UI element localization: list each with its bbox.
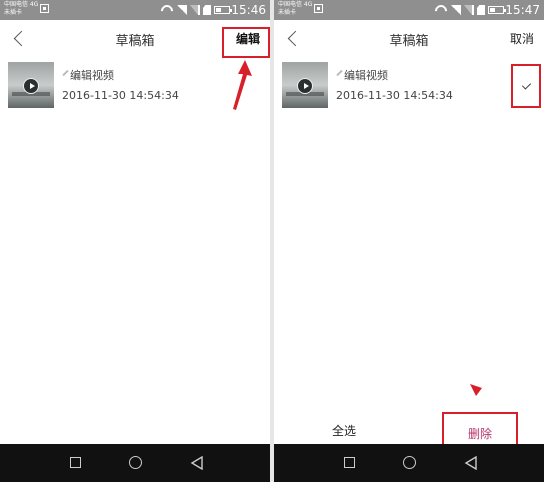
wifi-icon bbox=[160, 5, 174, 15]
home-icon[interactable] bbox=[403, 456, 416, 469]
cancel-button[interactable]: 取消 bbox=[510, 30, 534, 47]
draft-timestamp: 2016-11-30 14:54:34 bbox=[336, 89, 453, 102]
battery-icon bbox=[214, 6, 232, 14]
play-icon bbox=[23, 78, 39, 94]
sdcard-icon bbox=[203, 5, 211, 15]
status-icons bbox=[434, 4, 506, 16]
signal-icon bbox=[177, 5, 187, 15]
recent-apps-icon[interactable] bbox=[344, 457, 355, 468]
nav-back-icon[interactable] bbox=[190, 456, 204, 470]
status-clock: 15:47 bbox=[505, 3, 540, 17]
signal-icon bbox=[451, 5, 461, 15]
select-all-button[interactable]: 全选 bbox=[332, 422, 356, 439]
status-clock: 15:46 bbox=[231, 3, 266, 17]
checkmark-icon bbox=[521, 80, 532, 90]
carrier-name: 中国电信 4G bbox=[278, 1, 313, 8]
draft-title: 编辑视频 bbox=[70, 69, 114, 82]
status-bar: 中国电信 4G 未插卡 15:46 bbox=[0, 0, 270, 20]
draft-list-item[interactable]: 编辑视频 2016-11-30 14:54:34 bbox=[274, 62, 544, 112]
sim-status: 未插卡 bbox=[4, 9, 23, 16]
screen-drafts-editing: 中国电信 4G 未插卡 15:47 草稿箱 取消 编辑视频 2016-11-30… bbox=[274, 0, 544, 482]
video-thumbnail bbox=[8, 62, 54, 108]
video-thumbnail bbox=[282, 62, 328, 108]
battery-icon bbox=[488, 6, 506, 14]
header-bar: 草稿箱 取消 bbox=[274, 20, 544, 58]
signal-secondary-icon bbox=[190, 5, 200, 15]
status-bar: 中国电信 4G 未插卡 15:47 bbox=[274, 0, 544, 20]
pencil-icon bbox=[336, 69, 343, 77]
pencil-icon bbox=[62, 69, 69, 77]
edit-action-bar: 全选 删除 bbox=[274, 410, 544, 454]
draft-timestamp: 2016-11-30 14:54:34 bbox=[62, 89, 179, 102]
recent-apps-icon[interactable] bbox=[70, 457, 81, 468]
annotation-arrow-icon bbox=[233, 60, 252, 110]
image-icon bbox=[314, 4, 323, 13]
sim-status: 未插卡 bbox=[278, 9, 297, 16]
draft-select-checkbox[interactable] bbox=[511, 64, 541, 108]
delete-label: 删除 bbox=[467, 427, 492, 441]
carrier-name: 中国电信 4G bbox=[4, 1, 39, 8]
sdcard-icon bbox=[477, 5, 485, 15]
carrier-info: 中国电信 4G 未插卡 bbox=[4, 1, 38, 17]
status-icons bbox=[160, 4, 232, 16]
signal-secondary-icon bbox=[464, 5, 474, 15]
play-icon bbox=[297, 78, 313, 94]
wifi-icon bbox=[434, 5, 448, 15]
system-nav-bar bbox=[274, 444, 544, 482]
carrier-info: 中国电信 4G 未插卡 bbox=[278, 1, 312, 17]
nav-back-icon[interactable] bbox=[464, 456, 478, 470]
system-nav-bar bbox=[0, 444, 270, 482]
screen-drafts-normal: 中国电信 4G 未插卡 15:46 草稿箱 编辑 编辑视频 2016-11-30… bbox=[0, 0, 270, 482]
annotation-arrow-icon bbox=[470, 384, 482, 396]
draft-list-item[interactable]: 编辑视频 2016-11-30 14:54:34 bbox=[0, 62, 270, 112]
annotation-highlight-edit bbox=[222, 27, 270, 58]
page-title: 草稿箱 bbox=[389, 34, 429, 49]
draft-title: 编辑视频 bbox=[344, 69, 388, 82]
home-icon[interactable] bbox=[129, 456, 142, 469]
image-icon bbox=[40, 4, 49, 13]
